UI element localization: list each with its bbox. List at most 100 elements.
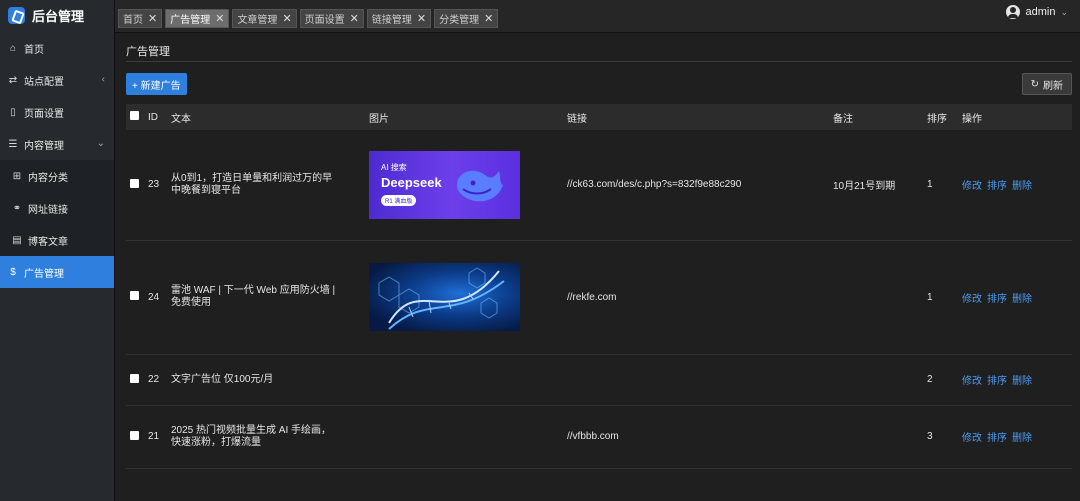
close-icon[interactable]: ✕: [215, 12, 224, 25]
sidebar-item-label: 首页: [24, 44, 44, 56]
logo[interactable]: 后台管理: [0, 0, 114, 30]
cell-link: //rekfe.com: [567, 240, 833, 355]
ads-table: ID 文本 图片 链接 备注 排序 操作 23 从0到1，打造日单量和利润过万的…: [126, 104, 1072, 469]
close-icon[interactable]: ✕: [282, 12, 291, 25]
refresh-icon: ↻: [1030, 78, 1039, 90]
edit-link[interactable]: 修改: [962, 433, 982, 444]
row-checkbox[interactable]: [130, 373, 139, 383]
column-header-actions: 操作: [962, 113, 982, 125]
delete-link[interactable]: 删除: [1012, 181, 1032, 192]
table-row: 21 2025 热门视频批量生成 AI 手绘画，快速涨粉，打爆流量 //vfbb…: [126, 405, 1072, 469]
column-header-link: 链接: [567, 113, 587, 125]
close-icon[interactable]: ✕: [417, 12, 426, 25]
cell-actions: 修改 排序 删除: [962, 240, 1072, 355]
row-checkbox[interactable]: [130, 178, 139, 188]
close-icon[interactable]: ✕: [484, 12, 493, 25]
edit-link[interactable]: 修改: [962, 376, 982, 387]
tab-article-management[interactable]: 文章管理 ✕: [232, 9, 297, 28]
sidebar-item-label: 内容管理: [24, 140, 64, 152]
sort-link[interactable]: 排序: [987, 294, 1007, 305]
chevron-down-icon: ⌄: [96, 138, 105, 149]
delete-link[interactable]: 删除: [1012, 294, 1032, 305]
cell-text: 雷池 WAF | 下一代 Web 应用防火墙 | 免费使用: [171, 240, 369, 355]
sidebar-item-site-config[interactable]: ⇄ 站点配置 ‹: [0, 64, 114, 96]
avatar: [1006, 5, 1021, 19]
close-icon[interactable]: ✕: [148, 12, 157, 25]
cell-image: [369, 405, 567, 469]
delete-link[interactable]: 删除: [1012, 433, 1032, 444]
close-icon[interactable]: ✕: [350, 12, 359, 25]
ad-image-brand: Deepseek: [381, 174, 442, 190]
ad-image-dna: [369, 263, 520, 331]
grid-icon: ⊞: [12, 170, 22, 182]
tab-home[interactable]: 首页 ✕: [118, 9, 163, 28]
sidebar-item-label: 页面设置: [24, 108, 64, 120]
sort-link[interactable]: 排序: [987, 181, 1007, 192]
table-header-row: ID 文本 图片 链接 备注 排序 操作: [126, 104, 1072, 130]
sort-link[interactable]: 排序: [987, 433, 1007, 444]
row-checkbox[interactable]: [130, 430, 139, 440]
table-row: 23 从0到1，打造日单量和利润过万的早中晚餐到寝平台 AI 搜索 Deepse…: [126, 130, 1072, 241]
cell-note: 10月21号到期: [833, 130, 927, 241]
cell-note: [833, 240, 927, 355]
file-icon: ▯: [10, 106, 16, 118]
cell-id: 23: [148, 130, 171, 241]
topbar: 首页 ✕ 广告管理 ✕ 文章管理 ✕ 页面设置 ✕ 链接管理 ✕ 分类管理 ✕ admin …: [115, 0, 1080, 33]
whale-icon: [457, 170, 503, 202]
cell-link: //ck63.com/des/c.php?s=832f9e88c290: [567, 130, 833, 241]
sidebar-item-url-links[interactable]: ⚭ 网址链接: [0, 192, 114, 224]
cell-id: 24: [148, 240, 171, 355]
tab-ad-management[interactable]: 广告管理 ✕: [165, 9, 230, 28]
column-header-id: ID: [148, 111, 158, 123]
sidebar-item-label: 站点配置: [24, 76, 64, 88]
new-ad-button[interactable]: + 新建广告: [126, 73, 187, 95]
tab-label: 文章管理: [237, 15, 278, 26]
chevron-down-icon: ⌄: [1060, 6, 1068, 17]
sidebar-item-home[interactable]: ⌂ 首页: [0, 32, 114, 64]
edit-link[interactable]: 修改: [962, 294, 982, 305]
cell-image: [369, 354, 567, 406]
sidebar-item-page-settings[interactable]: ▯ 页面设置: [0, 96, 114, 128]
column-header-note: 备注: [833, 113, 853, 125]
cell-text: 从0到1，打造日单量和利润过万的早中晚餐到寝平台: [171, 130, 369, 241]
sidebar-item-label: 博客文章: [28, 236, 68, 248]
divider: [126, 61, 1072, 62]
cell-actions: 修改 排序 删除: [962, 405, 1072, 469]
sidebar-item-ad-management[interactable]: $ 广告管理: [0, 256, 114, 288]
tab-category-management[interactable]: 分类管理 ✕: [434, 9, 499, 28]
user-menu[interactable]: admin ⌄: [1006, 5, 1068, 19]
select-all-checkbox[interactable]: [130, 111, 139, 120]
delete-link[interactable]: 删除: [1012, 376, 1032, 387]
edit-link[interactable]: 修改: [962, 181, 982, 192]
sidebar-item-blog-posts[interactable]: ▤ 博客文章: [0, 224, 114, 256]
row-checkbox[interactable]: [130, 291, 139, 300]
tab-label: 页面设置: [304, 15, 345, 26]
main-content: 广告管理 + 新建广告 ↻ 刷新 ID 文本 图片 链接 备注 排序 操作 23…: [115, 33, 1080, 501]
swap-icon: ⇄: [8, 74, 18, 86]
logo-icon: [8, 6, 25, 24]
page-title: 广告管理: [126, 46, 170, 58]
refresh-label: 刷新: [1043, 80, 1063, 92]
cell-order: 1: [927, 240, 962, 355]
sort-link[interactable]: 排序: [987, 376, 1007, 387]
cell-order: 1: [927, 130, 962, 241]
sidebar-item-label: 网址链接: [28, 204, 68, 216]
document-icon: ▤: [12, 234, 22, 246]
tab-label: 分类管理: [439, 15, 480, 26]
table-row: 22 文字广告位 仅100元/月 2 修改 排序 删除: [126, 354, 1072, 406]
user-name: admin: [1025, 6, 1056, 18]
cell-text: 文字广告位 仅100元/月: [171, 354, 369, 406]
refresh-button[interactable]: ↻ 刷新: [1021, 73, 1072, 95]
tab-label: 首页: [123, 15, 143, 26]
tab-page-settings[interactable]: 页面设置 ✕: [299, 9, 364, 28]
chevron-left-icon: ‹: [101, 74, 105, 85]
column-header-image: 图片: [369, 113, 389, 125]
sidebar-item-label: 广告管理: [24, 268, 64, 280]
sidebar-item-content-management[interactable]: ☰ 内容管理 ⌄: [0, 128, 114, 160]
tab-label: 链接管理: [371, 15, 412, 26]
sidebar-item-content-category[interactable]: ⊞ 内容分类: [0, 160, 114, 192]
tab-link-management[interactable]: 链接管理 ✕: [366, 9, 432, 28]
sidebar: 后台管理 ⌂ 首页 ⇄ 站点配置 ‹ ▯ 页面设置 ☰ 内容管理 ⌄ ⊞ 内容分…: [0, 0, 115, 501]
cell-order: 3: [927, 405, 962, 469]
cell-note: [833, 354, 927, 406]
